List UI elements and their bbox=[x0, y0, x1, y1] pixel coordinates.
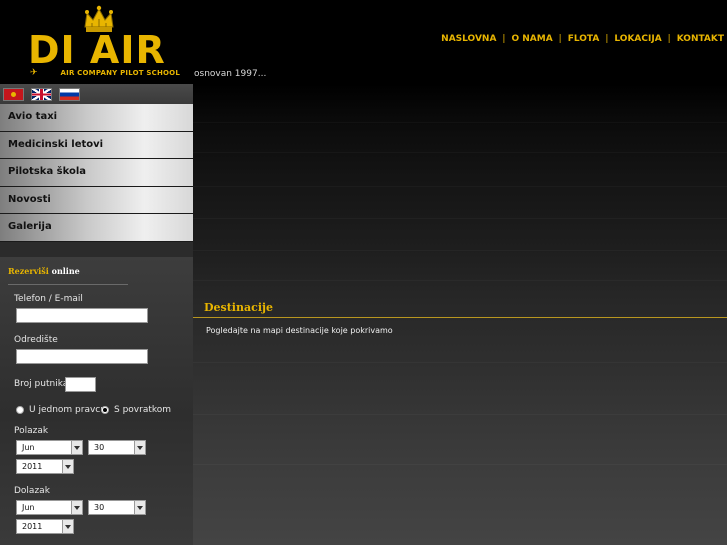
nav-separator: | bbox=[605, 34, 609, 44]
logo-wordmark: DI AIR bbox=[28, 28, 166, 72]
logo[interactable]: DI AIR ✈ AIR COMPANY PILOT SCHOOL bbox=[18, 5, 183, 80]
arrival-year-value: 2011 bbox=[22, 522, 43, 531]
chevron-down-icon bbox=[134, 441, 145, 454]
departure-month-value: Jun bbox=[22, 443, 35, 452]
logo-subtitle: AIR COMPANY PILOT SCHOOL bbox=[60, 69, 180, 77]
nav-o-nama[interactable]: O NAMA bbox=[508, 34, 555, 44]
nav-separator: | bbox=[667, 34, 671, 44]
arrival-day-value: 30 bbox=[94, 503, 105, 512]
nav-separator: | bbox=[502, 34, 506, 44]
destination-label: Odredište bbox=[14, 335, 58, 345]
divider bbox=[193, 280, 727, 281]
side-menu: Avio taxi Medicinski letovi Pilotska ško… bbox=[0, 104, 193, 242]
nav-kontakt[interactable]: KONTAKT bbox=[674, 34, 727, 44]
nav-naslovna[interactable]: NASLOVNA bbox=[438, 34, 499, 44]
menu-item-medicinski-letovi[interactable]: Medicinski letovi bbox=[0, 131, 193, 160]
divider bbox=[193, 464, 727, 465]
arrival-label: Dolazak bbox=[14, 486, 50, 496]
arrival-month-value: Jun bbox=[22, 503, 35, 512]
destination-input[interactable] bbox=[16, 349, 148, 364]
main-content: Destinacije Pogledajte na mapi destinaci… bbox=[193, 84, 727, 545]
chevron-down-icon bbox=[71, 441, 82, 454]
arrival-month-select[interactable]: Jun bbox=[16, 500, 83, 515]
phone-email-input[interactable] bbox=[16, 308, 148, 323]
divider bbox=[193, 152, 727, 153]
menu-item-novosti[interactable]: Novosti bbox=[0, 186, 193, 215]
menu-item-pilotska-skola[interactable]: Pilotska škola bbox=[0, 159, 193, 187]
departure-day-value: 30 bbox=[94, 443, 105, 452]
chevron-down-icon bbox=[62, 520, 73, 533]
divider bbox=[193, 250, 727, 251]
passengers-input[interactable] bbox=[65, 377, 96, 392]
booking-form: Rezerviši online Telefon / E-mail Odredi… bbox=[0, 257, 193, 545]
departure-year-select[interactable]: 2011 bbox=[16, 459, 74, 474]
chevron-down-icon bbox=[62, 460, 73, 473]
divider bbox=[193, 362, 727, 363]
phone-label: Telefon / E-mail bbox=[14, 294, 83, 304]
uk-flag-icon[interactable] bbox=[31, 88, 52, 101]
russia-flag-icon[interactable] bbox=[59, 88, 80, 101]
divider bbox=[193, 186, 727, 187]
section-header: Destinacije bbox=[193, 296, 727, 318]
language-bar bbox=[0, 84, 193, 104]
section-text: Pogledajte na mapi destinacije koje pokr… bbox=[206, 326, 393, 335]
departure-day-select[interactable]: 30 bbox=[88, 440, 146, 455]
left-sidebar: Avio taxi Medicinski letovi Pilotska ško… bbox=[0, 84, 193, 545]
return-radio[interactable] bbox=[101, 406, 109, 414]
divider bbox=[193, 414, 727, 415]
top-navigation: NASLOVNA | O NAMA | FLOTA | LOKACIJA | K… bbox=[438, 34, 727, 44]
chevron-down-icon bbox=[71, 501, 82, 514]
montenegro-flag-icon[interactable] bbox=[3, 88, 24, 101]
nav-lokacija[interactable]: LOKACIJA bbox=[611, 34, 664, 44]
oneway-radio[interactable] bbox=[16, 406, 24, 414]
departure-month-select[interactable]: Jun bbox=[16, 440, 83, 455]
chevron-down-icon bbox=[134, 501, 145, 514]
nav-flota[interactable]: FLOTA bbox=[565, 34, 603, 44]
tagline: osnovan 1997... bbox=[194, 69, 267, 79]
arrival-day-select[interactable]: 30 bbox=[88, 500, 146, 515]
booking-title-rest: online bbox=[48, 266, 80, 276]
arrival-year-select[interactable]: 2011 bbox=[16, 519, 74, 534]
passengers-label: Broj putnika bbox=[14, 379, 69, 389]
return-label: S povratkom bbox=[114, 405, 172, 415]
departure-year-value: 2011 bbox=[22, 462, 43, 471]
booking-title-highlight: Rezerviši bbox=[8, 266, 49, 276]
oneway-label: U jednom pravcu bbox=[29, 405, 106, 415]
menu-item-avio-taxi[interactable]: Avio taxi bbox=[0, 104, 193, 132]
divider bbox=[8, 284, 128, 285]
divider bbox=[193, 122, 727, 123]
menu-item-galerija[interactable]: Galerija bbox=[0, 214, 193, 242]
departure-label: Polazak bbox=[14, 426, 49, 436]
divider bbox=[193, 218, 727, 219]
page: DI AIR ✈ AIR COMPANY PILOT SCHOOL osnova… bbox=[0, 0, 727, 545]
section-title: Destinacije bbox=[204, 301, 273, 314]
nav-separator: | bbox=[558, 34, 562, 44]
booking-title: Rezerviši online bbox=[8, 266, 80, 276]
